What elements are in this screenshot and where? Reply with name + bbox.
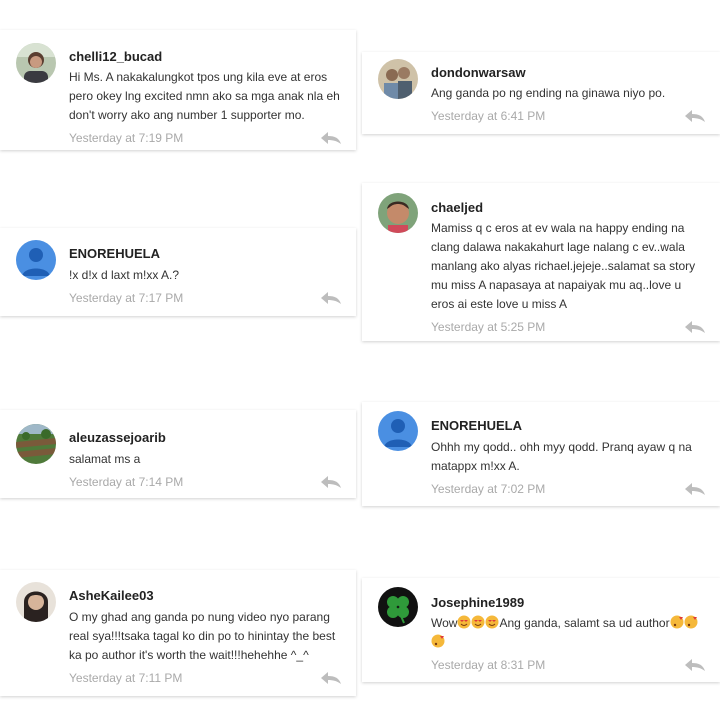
user-avatar[interactable] (16, 424, 56, 464)
comment-timestamp: Yesterday at 7:11 PM (69, 671, 183, 685)
reply-arrow-icon[interactable] (684, 482, 706, 496)
comment-card: aleuzassejoarib salamat ms a Yesterday a… (0, 410, 356, 498)
comment-text-line: matappx m!xx A. (431, 459, 520, 473)
comment-text: Wow (431, 616, 458, 630)
comment-timestamp: Yesterday at 7:17 PM (69, 291, 184, 305)
comment-username[interactable]: AsheKailee03 (69, 588, 154, 603)
comment-text-line: Mamiss q c eros at ev wala na happy endi… (431, 221, 685, 235)
comment-username[interactable]: ENOREHUELA (69, 246, 160, 261)
user-avatar[interactable] (16, 43, 56, 83)
heart-eyes-emoji-icon (485, 615, 499, 629)
comment-timestamp: Yesterday at 8:31 PM (431, 658, 546, 672)
kissing-heart-emoji-icon (431, 634, 445, 648)
comment-text-line: ka po author it's worth the wait!!!heheh… (69, 648, 309, 662)
reply-arrow-icon[interactable] (684, 320, 706, 334)
comment-text-line: Wow Ang ganda, salamt sa ud author (431, 614, 698, 633)
kissing-heart-emoji-icon (684, 615, 698, 629)
reply-arrow-icon[interactable] (320, 291, 342, 305)
reply-arrow-icon[interactable] (684, 109, 706, 123)
comment-text-line: manlang ako alyas richael.jejeje..salama… (431, 259, 696, 273)
comment-text-line: Ohhh my qodd.. ohh myy qodd. Pranq ayaw … (431, 440, 692, 454)
comment-card: dondonwarsaw Ang ganda po ng ending na g… (362, 52, 720, 134)
user-avatar[interactable] (378, 193, 418, 233)
comment-timestamp: Yesterday at 5:25 PM (431, 320, 546, 334)
comment-username[interactable]: chelli12_bucad (69, 49, 162, 64)
comment-text-line: real sya!!!tsaka tagal ko din po to hini… (69, 629, 336, 643)
heart-eyes-emoji-icon (457, 615, 471, 629)
comment-text-line: Hi Ms. A nakakalungkot tpos ung kila eve… (69, 70, 328, 84)
comment-timestamp: Yesterday at 7:02 PM (431, 482, 546, 496)
user-avatar[interactable] (16, 582, 56, 622)
kissing-heart-emoji-icon (670, 615, 684, 629)
person-icon (378, 411, 418, 451)
reply-arrow-icon[interactable] (320, 671, 342, 685)
comment-text-line: !x d!x d laxt m!xx A.? (69, 268, 180, 282)
comment-text-line: clang dalawa nakakahurt lage nalang c ev… (431, 240, 685, 254)
reply-arrow-icon[interactable] (684, 658, 706, 672)
comment-card: ENOREHUELA !x d!x d laxt m!xx A.? Yester… (0, 228, 356, 316)
user-avatar[interactable] (16, 240, 56, 280)
comment-card: chaeljed Mamiss q c eros at ev wala na h… (362, 183, 720, 341)
comment-username[interactable]: Josephine1989 (431, 595, 524, 610)
comment-username[interactable]: aleuzassejoarib (69, 430, 166, 445)
reply-arrow-icon[interactable] (320, 475, 342, 489)
comment-text-line: pero okey lng excited nmn ako sa mga ana… (69, 89, 340, 103)
comment-card: Josephine1989 Wow Ang ganda, salamt sa ud… (362, 578, 720, 682)
reply-arrow-icon[interactable] (320, 131, 342, 145)
comment-text-line: don't worry ako ang number 1 supporter m… (69, 108, 305, 122)
comment-username[interactable]: chaeljed (431, 200, 483, 215)
comment-username[interactable]: ENOREHUELA (431, 418, 522, 433)
comment-text-line: eros ai este love u miss A (431, 297, 568, 311)
comment-text: Ang ganda, salamt sa ud author (499, 616, 670, 630)
comment-username[interactable]: dondonwarsaw (431, 65, 526, 80)
comment-text-line: salamat ms a (69, 452, 141, 466)
comment-text-line: mu miss A napasaya at napaiyak mu aq..lo… (431, 278, 682, 292)
comment-timestamp: Yesterday at 7:14 PM (69, 475, 184, 489)
person-icon (16, 240, 56, 280)
comment-timestamp: Yesterday at 7:19 PM (69, 131, 184, 145)
user-avatar[interactable] (378, 411, 418, 451)
comment-text-line: Ang ganda po ng ending na ginawa niyo po… (431, 86, 666, 100)
heart-eyes-emoji-icon (471, 615, 485, 629)
comment-card: chelli12_bucad Hi Ms. A nakakalungkot tp… (0, 30, 356, 150)
user-avatar[interactable] (378, 587, 418, 627)
user-avatar[interactable] (378, 59, 418, 99)
four-leaf-clover-icon (378, 587, 418, 627)
comment-timestamp: Yesterday at 6:41 PM (431, 109, 546, 123)
comment-card: ENOREHUELA Ohhh my qodd.. ohh myy qodd. … (362, 402, 720, 506)
comment-card: AsheKailee03 O my ghad ang ganda po nung… (0, 570, 356, 696)
comment-text-line: O my ghad ang ganda po nung video nyo pa… (69, 610, 330, 624)
comment-text-line (431, 633, 445, 652)
